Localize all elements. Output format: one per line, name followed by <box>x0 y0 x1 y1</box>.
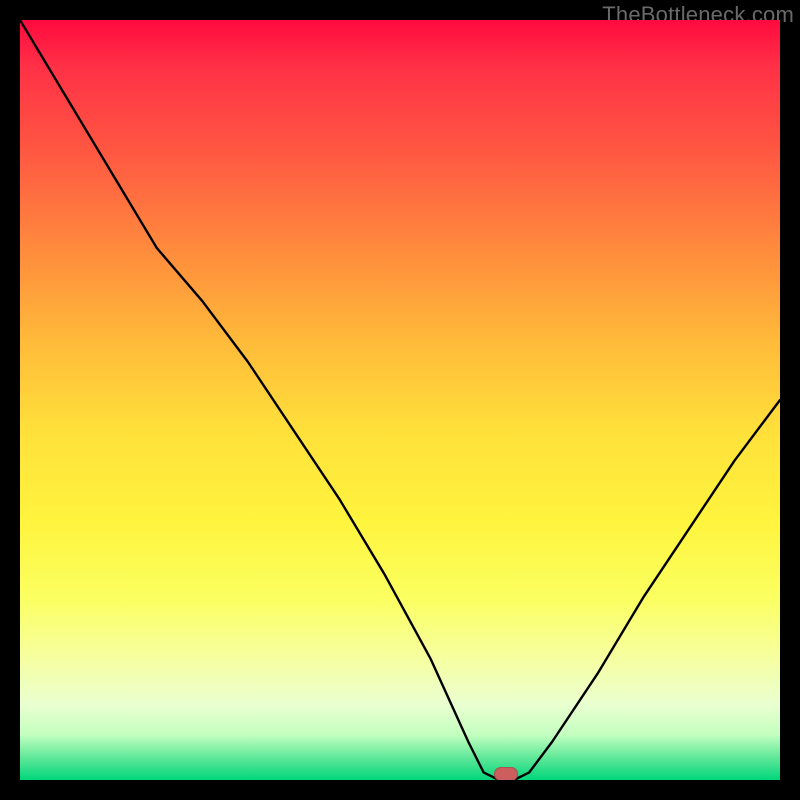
optimal-point-marker <box>494 767 518 780</box>
chart-frame: TheBottleneck.com <box>0 0 800 800</box>
plot-area <box>20 20 780 780</box>
curve-path <box>20 20 780 780</box>
bottleneck-curve <box>20 20 780 780</box>
